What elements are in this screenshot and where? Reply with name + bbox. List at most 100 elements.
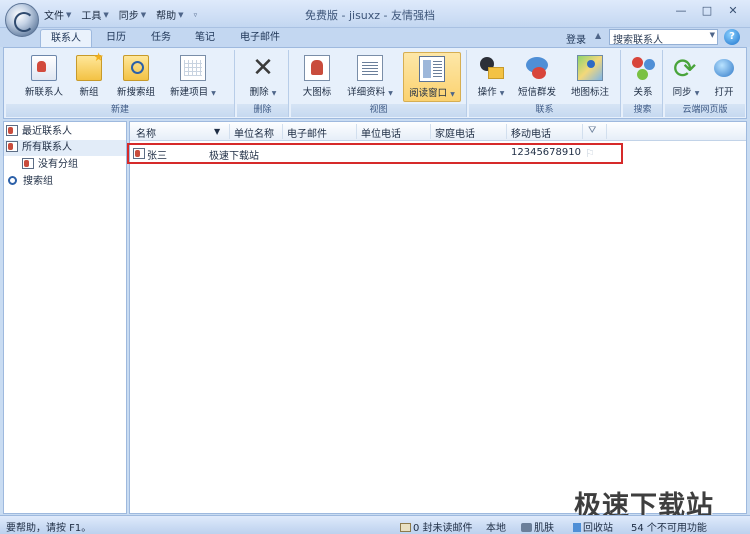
- ribbon-group-new: 新联系人 新组 新搜索组 新建项目 ▼ 新建: [6, 50, 235, 117]
- new-item-dropdown[interactable]: 新建项目 ▼: [164, 52, 222, 102]
- status-bar: 要帮助，请按 F1。 0 封未读邮件 本地 肌肤 回收站 54 个不可用功能: [0, 515, 750, 534]
- minimize-button[interactable]: —: [668, 2, 694, 20]
- status-recycle-bin[interactable]: 回收站: [573, 519, 613, 534]
- open-button[interactable]: 打开: [707, 52, 741, 102]
- column-header-row: 名称 ▼ 单位名称 电子邮件 单位电话 家庭电话 移动电话 ⛛: [130, 122, 746, 141]
- group-label-cloud: 云端网页版: [665, 104, 745, 117]
- group-label-view: 视图: [291, 104, 466, 117]
- map-pin-icon: [577, 55, 603, 81]
- menu-file[interactable]: 文件 ▼: [44, 7, 72, 23]
- status-help-text: 要帮助，请按 F1。: [6, 523, 92, 534]
- status-skin[interactable]: 肌肤: [521, 519, 554, 534]
- recycle-bin-icon: [573, 523, 581, 532]
- new-folder-icon: [76, 50, 104, 81]
- column-header-email[interactable]: 电子邮件: [287, 125, 327, 140]
- login-link[interactable]: 登录: [566, 31, 586, 46]
- quick-access-customize[interactable]: ▿: [194, 7, 198, 22]
- chevron-down-icon: ▼: [499, 90, 505, 97]
- ribbon-group-contact: 操作 ▼ 短信群发 地图标注 联系: [469, 50, 621, 117]
- tab-calendar[interactable]: 日历: [98, 29, 134, 47]
- menu-bar: 文件 ▼ 工具 ▼ 同步 ▼ 帮助 ▼ ▿: [44, 7, 198, 23]
- nav-item-all-contacts[interactable]: 所有联系人: [4, 140, 126, 156]
- column-separator[interactable]: [506, 124, 507, 139]
- navigation-pane: 最近联系人 所有联系人 没有分组 搜索组: [3, 121, 127, 514]
- chevron-down-icon: ▼: [211, 90, 216, 97]
- chevron-down-icon[interactable]: ▼: [710, 31, 715, 39]
- delete-button[interactable]: ✕ 删除 ▼: [241, 52, 285, 102]
- reading-pane-icon: [419, 56, 445, 82]
- sms-bulk-button[interactable]: 短信群发: [513, 52, 561, 102]
- chevron-down-icon: ▼: [178, 10, 184, 19]
- nav-item-search-groups[interactable]: 搜索组: [4, 174, 126, 190]
- sync-dropdown[interactable]: 同步 ▼: [667, 52, 705, 102]
- chevron-down-icon: ▼: [103, 10, 109, 19]
- column-separator[interactable]: [282, 124, 283, 139]
- chevron-down-icon: ▼: [450, 91, 455, 98]
- relation-button[interactable]: 关系: [626, 52, 660, 102]
- window-title: 免费版 - jisuxz - 友情强档: [305, 9, 436, 22]
- sort-descending-icon[interactable]: ▼: [214, 127, 220, 136]
- ribbon-group-delete: ✕ 删除 ▼ 删除: [237, 50, 289, 117]
- chevron-down-icon: ▼: [388, 90, 393, 97]
- nav-item-ungrouped[interactable]: 没有分组: [4, 157, 126, 173]
- detailed-info-dropdown[interactable]: 详细资料 ▼: [341, 52, 399, 102]
- menu-sync[interactable]: 同步 ▼: [119, 7, 147, 23]
- reading-window-dropdown[interactable]: 阅读窗口 ▼: [403, 52, 461, 102]
- menu-help[interactable]: 帮助 ▼: [156, 7, 184, 23]
- new-search-group-button[interactable]: 新搜索组: [110, 52, 162, 102]
- collapse-ribbon-icon[interactable]: ▲: [595, 31, 601, 40]
- sync-icon: [673, 52, 699, 85]
- group-label-contact: 联系: [469, 104, 620, 117]
- column-header-home-phone[interactable]: 家庭电话: [435, 125, 475, 140]
- close-button[interactable]: ✕: [720, 2, 746, 20]
- tab-tasks[interactable]: 任务: [143, 29, 179, 47]
- column-header-name[interactable]: 名称: [136, 125, 156, 140]
- chevron-down-icon: ▼: [140, 10, 147, 19]
- search-input[interactable]: 搜索联系人 ▼: [609, 29, 718, 46]
- title-bar: 文件 ▼ 工具 ▼ 同步 ▼ 帮助 ▼ ▿ 免费版 - jisuxz - 友情强档 — …: [0, 0, 750, 37]
- app-orb-button[interactable]: [5, 3, 39, 37]
- tab-email[interactable]: 电子邮件: [233, 29, 287, 47]
- map-label-button[interactable]: 地图标注: [565, 52, 615, 102]
- search-icon: [8, 176, 17, 185]
- contact-card-icon: [22, 158, 34, 169]
- maximize-button[interactable]: □: [694, 2, 720, 20]
- column-header-company[interactable]: 单位名称: [234, 125, 274, 140]
- large-icons-button[interactable]: 大图标: [297, 52, 337, 102]
- ribbon: 新联系人 新组 新搜索组 新建项目 ▼ 新建 ✕ 删除 ▼ 删除 大图标: [3, 47, 747, 119]
- search-folder-icon: [123, 55, 149, 81]
- group-label-new: 新建: [6, 104, 234, 117]
- calendar-grid-icon: [180, 55, 206, 81]
- contact-card-icon: [6, 141, 18, 152]
- column-header-work-phone[interactable]: 单位电话: [361, 125, 401, 140]
- tab-notes[interactable]: 笔记: [187, 29, 223, 47]
- column-separator[interactable]: [606, 124, 607, 139]
- large-icon-view-icon: [304, 55, 330, 81]
- tab-contacts[interactable]: 联系人: [40, 29, 92, 47]
- new-group-button[interactable]: 新组: [72, 50, 106, 102]
- delete-x-icon: ✕: [252, 53, 274, 83]
- details-list-icon: [357, 55, 383, 81]
- group-label-delete: 删除: [237, 104, 288, 117]
- chevron-down-icon: ▼: [66, 10, 72, 19]
- ribbon-group-search: 关系 搜索: [623, 50, 663, 117]
- contact-card-icon: [6, 125, 18, 136]
- column-separator[interactable]: [356, 124, 357, 139]
- column-separator[interactable]: [229, 124, 230, 139]
- new-contact-button[interactable]: 新联系人: [20, 52, 68, 102]
- relation-circles-icon: [630, 55, 656, 81]
- chevron-down-icon: ▼: [271, 90, 277, 97]
- column-separator[interactable]: [582, 124, 583, 139]
- status-unread-mail[interactable]: 0 封未读邮件: [400, 519, 473, 534]
- selection-highlight-box: [127, 143, 623, 164]
- operation-dropdown[interactable]: 操作 ▼: [473, 52, 509, 102]
- status-unavailable-features[interactable]: 54 个不可用功能: [631, 519, 707, 534]
- flag-filter-icon[interactable]: ⛛: [588, 125, 596, 136]
- help-icon[interactable]: ?: [724, 29, 740, 45]
- mail-icon: [400, 523, 411, 532]
- column-header-mobile[interactable]: 移动电话: [511, 125, 551, 140]
- menu-tools[interactable]: 工具 ▼: [81, 7, 109, 23]
- status-local[interactable]: 本地: [486, 519, 506, 534]
- nav-item-recent-contacts[interactable]: 最近联系人: [4, 124, 126, 140]
- column-separator[interactable]: [430, 124, 431, 139]
